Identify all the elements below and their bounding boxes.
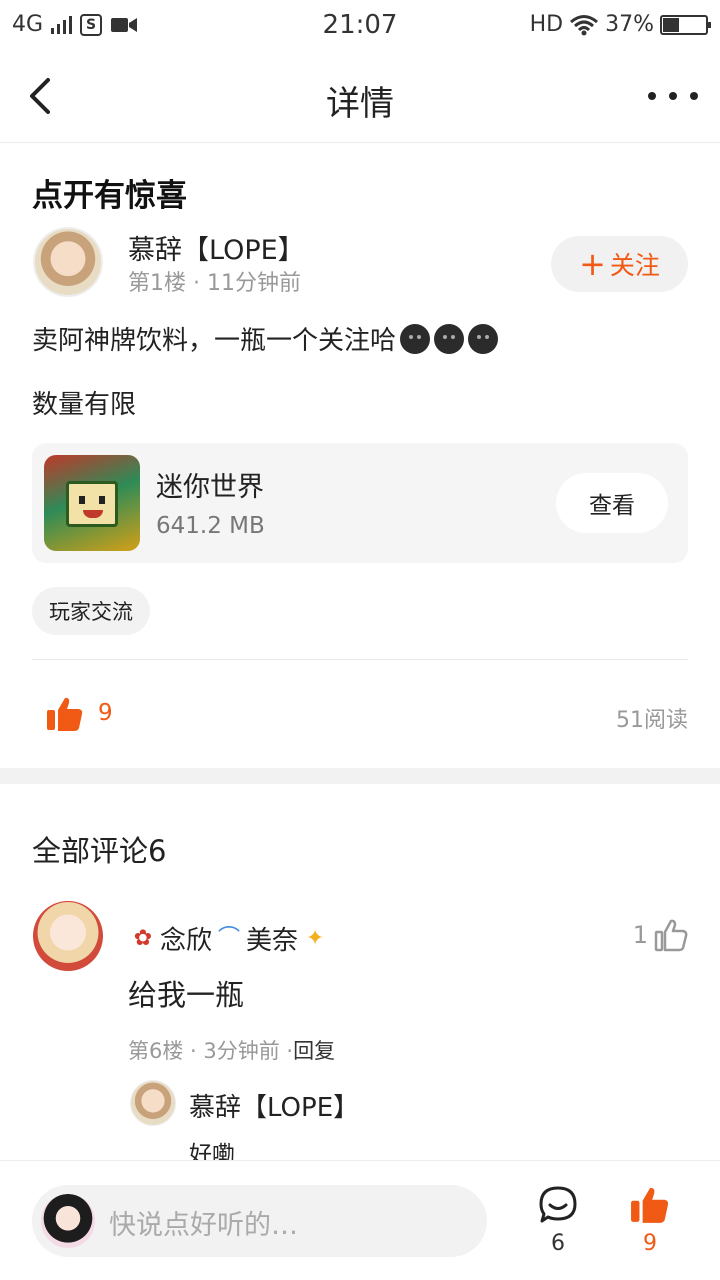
comment-floor-time: 第6楼 · 3分钟前 ·: [128, 1039, 294, 1063]
comment-like-button[interactable]: 1: [633, 918, 688, 952]
status-right: HD 37%: [529, 12, 711, 37]
reply-link[interactable]: 回复: [293, 1039, 335, 1063]
reply-author-name[interactable]: 慕辞【LOPE】: [189, 1087, 359, 1124]
follow-label: 关注: [609, 251, 660, 280]
page-title: 详情: [326, 84, 394, 124]
post-title: 点开有惊喜: [32, 178, 187, 214]
commenter-name-part1: 念欣: [160, 926, 213, 956]
rainbow-emoji-icon: ⌒: [218, 925, 241, 951]
moon-face-emoji-icon: [468, 323, 499, 354]
post-body-line1: 卖阿神牌饮料，一瓶一个关注哈: [32, 320, 499, 357]
comment-input[interactable]: 快说点好听的…: [32, 1185, 487, 1257]
wifi-icon: [570, 14, 599, 35]
divider: [32, 659, 688, 660]
commenter-name-part2: 美奈: [246, 926, 299, 956]
game-app-icon: [44, 455, 140, 551]
battery-fill: [663, 17, 680, 32]
post-meta: 第1楼 · 11分钟前: [128, 271, 301, 296]
thumbs-up-outline-icon: [654, 919, 688, 952]
comment-text: 给我一瓶: [128, 978, 245, 1012]
battery-percent: 37%: [605, 12, 654, 37]
read-count: 51阅读: [616, 708, 688, 733]
my-avatar: [41, 1194, 95, 1248]
sparkles-emoji-icon: ✦: [305, 925, 325, 951]
comment-meta: 第6楼 · 3分钟前 ·回复: [128, 1035, 335, 1065]
status-bar: 4G S 21:07 HD 37%: [0, 0, 720, 50]
more-options-icon[interactable]: [648, 76, 698, 116]
battery-icon: [660, 14, 711, 35]
like-count: 9: [643, 1231, 657, 1256]
like-button[interactable]: 9: [624, 1185, 676, 1265]
thumbs-up-icon: [631, 1188, 669, 1223]
section-separator: [0, 768, 720, 784]
commenter-name[interactable]: ✿ 念欣 ⌒ 美奈 ✦: [128, 920, 330, 957]
reply-author-avatar[interactable]: [130, 1080, 176, 1126]
hd-indicator: HD: [529, 12, 564, 37]
post-body-line2: 数量有限: [32, 390, 137, 420]
comment-bubble-icon: [539, 1186, 577, 1223]
game-card[interactable]: 迷你世界 641.2 MB 查看: [32, 443, 688, 563]
comment-count: 6: [551, 1231, 565, 1256]
comments-heading: 全部评论6: [32, 834, 167, 868]
author-name[interactable]: 慕辞【LOPE】: [128, 228, 305, 267]
view-button[interactable]: 查看: [556, 473, 668, 533]
game-name: 迷你世界: [156, 472, 264, 503]
plus-icon: +: [579, 245, 606, 283]
commenter-avatar[interactable]: [33, 901, 103, 971]
comment-like-count: 1: [632, 921, 648, 949]
bottom-bar: 快说点好听的… 6 9: [0, 1160, 720, 1280]
topic-tag[interactable]: 玩家交流: [32, 587, 150, 635]
follow-button[interactable]: + 关注: [551, 236, 688, 292]
comments-button[interactable]: 6: [532, 1185, 584, 1265]
top-nav: 详情: [0, 50, 720, 143]
comment-input-placeholder: 快说点好听的…: [109, 1210, 298, 1241]
post-like-count: 9: [98, 700, 113, 726]
game-size: 641.2 MB: [156, 513, 265, 539]
author-avatar[interactable]: [33, 227, 103, 297]
moon-face-emoji-icon: [400, 323, 431, 354]
rose-emoji-icon: ✿: [133, 925, 153, 951]
moon-face-emoji-icon: [434, 323, 465, 354]
post-text: 卖阿神牌饮料，一瓶一个关注哈: [32, 326, 397, 356]
thumbs-up-icon[interactable]: [46, 696, 84, 732]
